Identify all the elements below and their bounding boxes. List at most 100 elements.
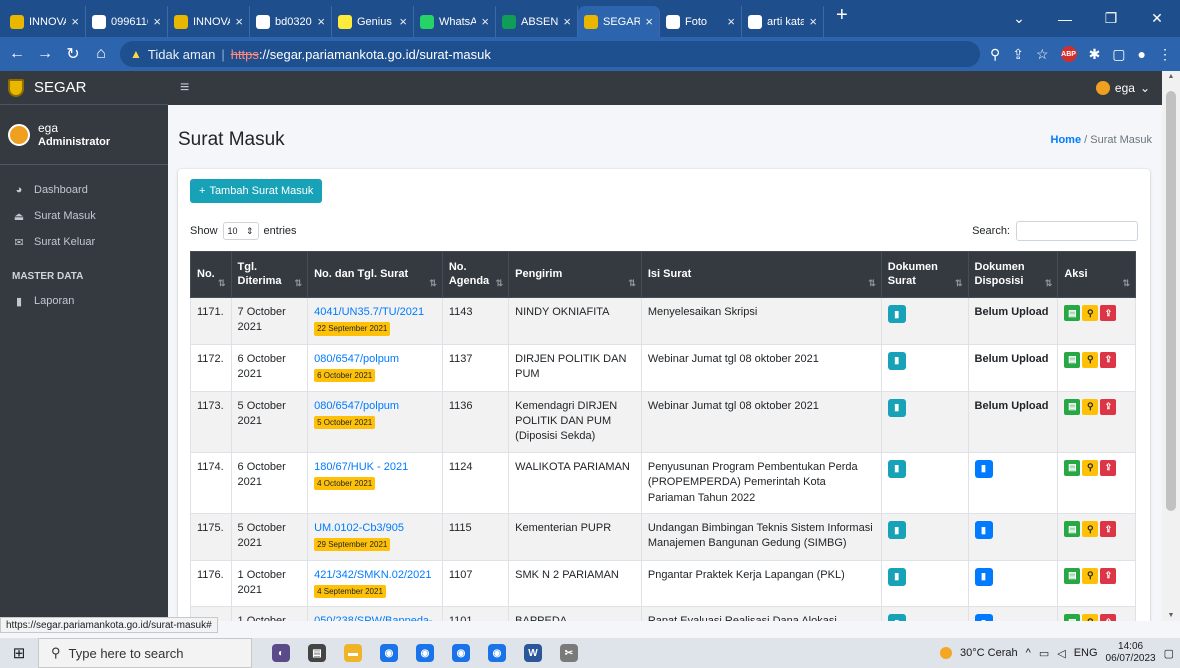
browser-tab[interactable]: ABSENS × — [496, 6, 578, 37]
breadcrumb-home-link[interactable]: Home — [1051, 134, 1082, 146]
app-brand[interactable]: SEGAR — [0, 71, 168, 105]
page-scrollbar[interactable]: ▲ ▼ — [1162, 71, 1180, 621]
browser-tab[interactable]: arti kata × — [742, 6, 824, 37]
snipping-tool-icon[interactable]: ✂ — [560, 644, 578, 662]
url-field[interactable]: ▲ Tidak aman | https://segar.pariamankot… — [120, 41, 980, 67]
column-header[interactable]: Dokumen Surat ⇅ — [880, 251, 969, 298]
upload-icon[interactable]: ⇪ — [1100, 567, 1117, 584]
upload-icon[interactable]: ⇪ — [1100, 305, 1117, 321]
upload-icon[interactable]: ⇪ — [1100, 520, 1117, 537]
document-file-icon[interactable]: ▮ — [887, 520, 906, 539]
zoom-icon[interactable]: ⚲ — [990, 46, 1000, 63]
browser-tab[interactable]: Foto × — [660, 6, 742, 37]
new-tab-button[interactable]: + — [824, 4, 860, 33]
user-panel[interactable]: ega Administrator — [0, 105, 168, 165]
view-icon[interactable]: ⚲ — [1082, 351, 1099, 368]
edit-icon[interactable]: ▤ — [1064, 351, 1081, 368]
edit-icon[interactable]: ▤ — [1064, 614, 1081, 621]
add-surat-masuk-button[interactable]: + Tambah Surat Masuk — [190, 179, 323, 203]
tab-close-icon[interactable]: × — [317, 14, 325, 29]
chrome-icon[interactable]: ◉ — [380, 644, 398, 662]
sidepanel-icon[interactable]: ▢ — [1112, 46, 1125, 63]
tab-close-icon[interactable]: × — [71, 14, 79, 29]
scroll-up-icon[interactable]: ▲ — [1162, 73, 1180, 80]
edit-icon[interactable]: ▤ — [1064, 520, 1081, 537]
letter-number-link[interactable]: 4041/UN35.7/TU/2021 — [314, 306, 424, 318]
document-file-icon[interactable]: ▮ — [887, 398, 906, 417]
view-icon[interactable]: ⚲ — [1082, 614, 1099, 621]
column-header[interactable]: Tgl. Diterima ⇅ — [230, 251, 309, 298]
document-file-icon[interactable]: ▮ — [887, 305, 906, 323]
tab-close-icon[interactable]: × — [153, 14, 161, 29]
tab-search-icon[interactable]: ⌄ — [996, 10, 1042, 27]
restore-icon[interactable]: ❐ — [1088, 10, 1134, 27]
view-icon[interactable]: ⚲ — [1082, 459, 1099, 476]
browser-tab[interactable]: Genius × — [332, 6, 414, 37]
upload-icon[interactable]: ⇪ — [1100, 614, 1117, 621]
document-file-icon[interactable]: ▮ — [887, 614, 906, 621]
sidebar-item-laporan[interactable]: ▮ Laporan — [0, 288, 168, 314]
chrome-second-icon[interactable]: ◉ — [488, 644, 506, 662]
letter-number-link[interactable]: 050/238/SPW/Bappeda- — [314, 615, 433, 621]
word-icon[interactable]: W — [524, 644, 542, 662]
edit-icon[interactable]: ▤ — [1064, 459, 1081, 476]
sidebar-item-surat-keluar[interactable]: ✉ Surat Keluar — [0, 229, 168, 255]
close-window-icon[interactable]: ✕ — [1134, 10, 1180, 27]
sidebar-item-dashboard[interactable]: ◕ Dashboard — [0, 177, 168, 203]
browser-tab[interactable]: INNOVA × — [168, 6, 250, 37]
tab-close-icon[interactable]: × — [645, 14, 653, 29]
letter-number-link[interactable]: 421/342/SMKN.02/2021 — [314, 569, 431, 581]
taskbar-search[interactable]: ⚲ Type here to search — [38, 638, 252, 668]
tab-close-icon[interactable]: × — [809, 14, 817, 29]
extensions-puzzle-icon[interactable]: ✱ — [1089, 46, 1101, 63]
sidebar-toggle-icon[interactable]: ≡ — [180, 79, 189, 97]
view-icon[interactable]: ⚲ — [1082, 305, 1099, 321]
chrome-alt-icon[interactable]: ◉ — [452, 644, 470, 662]
letter-number-link[interactable]: UM.0102-Cb3/905 — [314, 522, 404, 534]
file-explorer-icon[interactable]: ▬ — [344, 644, 362, 662]
task-view-icon[interactable]: ▤ — [308, 644, 326, 662]
upload-icon[interactable]: ⇪ — [1100, 459, 1117, 476]
tab-close-icon[interactable]: × — [727, 14, 735, 29]
adblock-icon[interactable]: ABP — [1060, 46, 1077, 62]
bookmark-star-icon[interactable]: ☆ — [1036, 46, 1049, 63]
disposition-file-icon[interactable]: ▮ — [974, 567, 993, 586]
volume-icon[interactable]: ◁ — [1057, 647, 1065, 660]
column-header[interactable]: Pengirim ⇅ — [508, 251, 642, 298]
lang-indicator[interactable]: ENG — [1074, 647, 1098, 659]
weather-text[interactable]: 30°C Cerah — [960, 647, 1018, 659]
scrollbar-thumb[interactable] — [1166, 91, 1176, 511]
windows-start-icon[interactable]: ⊞ — [0, 644, 38, 662]
browser-tab[interactable]: INNOVA × — [4, 6, 86, 37]
column-header[interactable]: Dokumen Disposisi ⇅ — [967, 251, 1059, 298]
disposition-file-icon[interactable]: ▮ — [974, 520, 993, 539]
user-menu[interactable]: ega ⌄ — [1095, 81, 1150, 95]
document-file-icon[interactable]: ▮ — [887, 351, 906, 370]
home-icon[interactable]: ⌂ — [92, 45, 110, 63]
document-file-icon[interactable]: ▮ — [887, 567, 906, 586]
browser-tab[interactable]: SEGAR × — [578, 6, 660, 37]
tab-close-icon[interactable]: × — [235, 14, 243, 29]
upload-icon[interactable]: ⇪ — [1100, 398, 1117, 415]
notification-icon[interactable]: ▢ — [1164, 647, 1174, 660]
scroll-down-icon[interactable]: ▼ — [1162, 612, 1180, 619]
view-icon[interactable]: ⚲ — [1082, 398, 1099, 415]
sidebar-item-surat-masuk[interactable]: ⏏ Surat Masuk — [0, 203, 168, 229]
upload-icon[interactable]: ⇪ — [1100, 351, 1117, 368]
column-header[interactable]: Aksi ⇅ — [1057, 251, 1136, 298]
edit-icon[interactable]: ▤ — [1064, 567, 1081, 584]
edit-icon[interactable]: ▤ — [1064, 398, 1081, 415]
minimize-icon[interactable]: — — [1042, 11, 1088, 27]
share-icon[interactable]: ⇪ — [1012, 46, 1024, 63]
entries-select[interactable]: 10 ⇕ — [222, 222, 259, 240]
column-header[interactable]: No. ⇅ — [190, 251, 232, 298]
tab-close-icon[interactable]: × — [399, 14, 407, 29]
view-icon[interactable]: ⚲ — [1082, 567, 1099, 584]
browser-menu-icon[interactable]: ⋮ — [1158, 46, 1172, 63]
disposition-file-icon[interactable]: ▮ — [974, 459, 993, 478]
search-input[interactable] — [1016, 221, 1138, 241]
disposition-file-icon[interactable]: ▮ — [974, 614, 993, 621]
tab-close-icon[interactable]: × — [563, 14, 571, 29]
network-icon[interactable]: ▭ — [1039, 647, 1049, 660]
document-file-icon[interactable]: ▮ — [887, 459, 906, 478]
